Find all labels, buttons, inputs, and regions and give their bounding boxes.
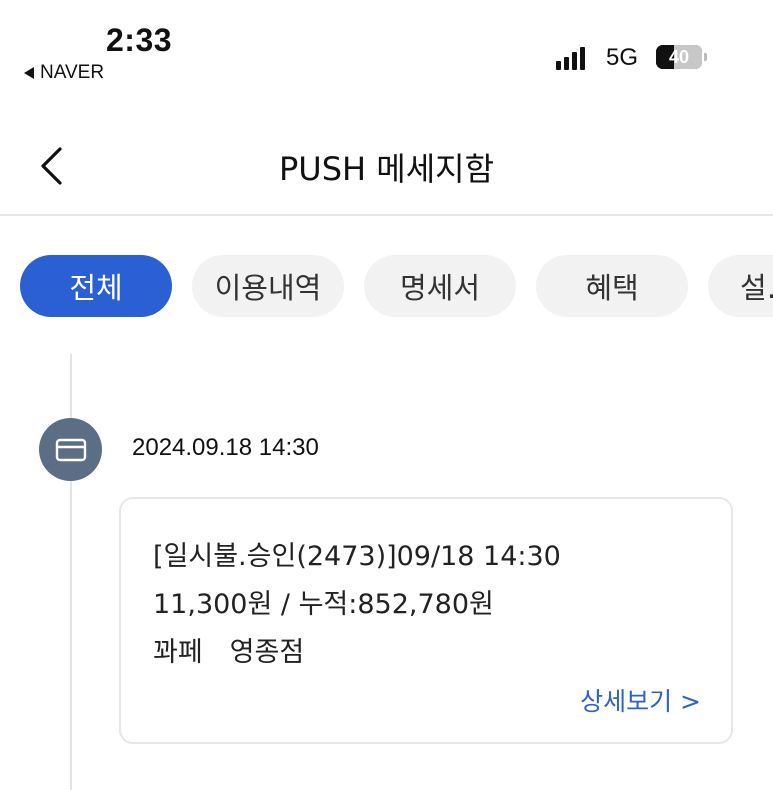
tab-label: 명세서 bbox=[399, 271, 481, 305]
back-to-app-link[interactable]: NAVER bbox=[24, 62, 104, 84]
back-app-label: NAVER bbox=[40, 62, 105, 83]
message-line-approval: [일시불.승인(2473)]09/18 14:30 bbox=[153, 541, 561, 572]
back-triangle-icon bbox=[24, 67, 34, 79]
header-divider bbox=[0, 214, 773, 216]
tab-more[interactable]: 설… bbox=[708, 255, 773, 317]
view-details-link[interactable]: 상세보기 > bbox=[580, 682, 701, 718]
timeline-marker bbox=[39, 418, 102, 481]
push-message-screen: 2:33 NAVER 5G 40 PUSH 메세지함 전체 이용내역 명세서 혜… bbox=[0, 0, 773, 790]
status-time: 2:33 bbox=[106, 22, 173, 58]
tab-label: 전체 bbox=[69, 271, 123, 305]
tab-label: 이용내역 bbox=[214, 271, 322, 305]
battery-icon: 40 bbox=[656, 45, 702, 69]
tab-label: 혜택 bbox=[585, 271, 639, 305]
tab-benefits[interactable]: 혜택 bbox=[536, 255, 688, 317]
network-type: 5G bbox=[606, 44, 639, 71]
cellular-signal-icon bbox=[556, 46, 585, 70]
page-title: PUSH 메세지함 bbox=[278, 150, 495, 188]
battery-nub bbox=[704, 53, 707, 61]
card-icon bbox=[55, 438, 86, 461]
tab-usage-history[interactable]: 이용내역 bbox=[192, 255, 344, 317]
message-date: 2024.09.18 14:30 bbox=[132, 434, 319, 461]
battery-level: 40 bbox=[668, 46, 690, 67]
message-card[interactable]: [일시불.승인(2473)]09/18 14:30 11,300원 / 누적:8… bbox=[119, 497, 733, 744]
message-line-amount: 11,300원 / 누적:852,780원 bbox=[153, 589, 494, 620]
message-line-merchant: 꽈페 영종점 bbox=[153, 637, 305, 668]
tab-all[interactable]: 전체 bbox=[20, 255, 172, 317]
tab-label: 설… bbox=[740, 271, 773, 305]
category-tabs: 전체 이용내역 명세서 혜택 설… bbox=[20, 255, 773, 317]
tab-statement[interactable]: 명세서 bbox=[364, 255, 516, 317]
